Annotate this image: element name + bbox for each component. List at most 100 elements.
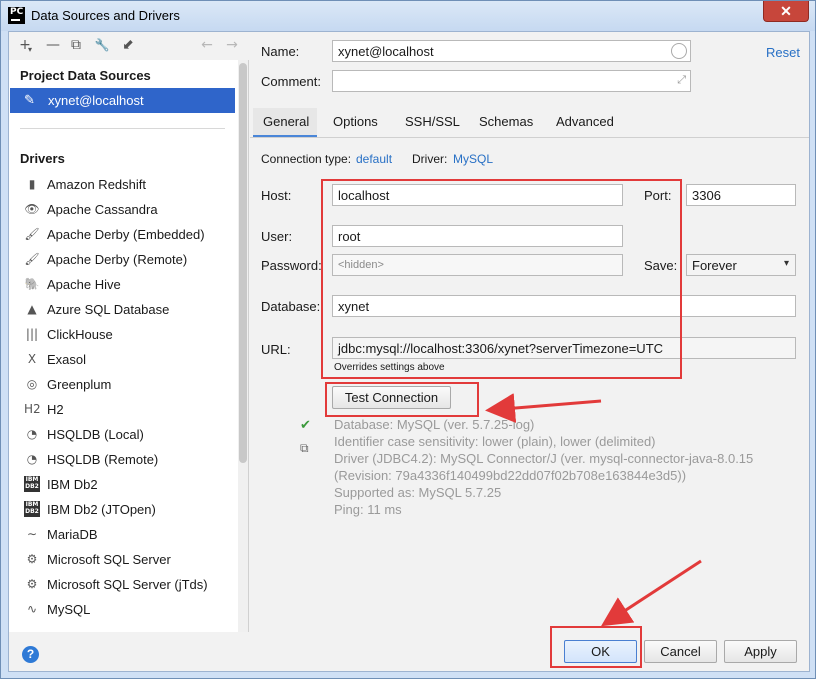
driver-label: ClickHouse xyxy=(47,327,113,342)
app-icon: PC xyxy=(8,7,25,24)
driver-item[interactable]: IBM DB2 IBM Db2 xyxy=(9,472,237,497)
driver-item[interactable]: IBM DB2 IBM Db2 (JTOpen) xyxy=(9,497,237,522)
driver-label: Microsoft SQL Server (jTds) xyxy=(47,577,208,592)
driver-item[interactable]: ⚙ Microsoft SQL Server xyxy=(9,547,237,572)
driver-icon: 👁 xyxy=(24,202,40,216)
driver-item[interactable]: ▮ Amazon Redshift xyxy=(9,172,237,197)
driver-item[interactable]: ⚙ Microsoft SQL Server (jTds) xyxy=(9,572,237,597)
tab-ssh-ssl[interactable]: SSH/SSL xyxy=(405,108,460,138)
driver-item[interactable]: ∿ MySQL xyxy=(9,597,237,622)
reset-link[interactable]: Reset xyxy=(766,45,800,60)
chevron-down-icon: ▾ xyxy=(783,258,789,269)
connection-type-label: Connection type: xyxy=(261,152,352,166)
comment-field[interactable]: ⤢ xyxy=(332,70,691,92)
success-check-icon: ✔ xyxy=(300,418,311,433)
driver-icon: H2 xyxy=(24,402,41,416)
driver-icon: 🖌 xyxy=(24,252,40,266)
left-scrollbar[interactable] xyxy=(238,60,248,632)
driver-label: Azure SQL Database xyxy=(47,302,170,317)
right-panel: Name: xynet@localhost Reset Comment: ⤢ G… xyxy=(250,32,809,632)
comment-label: Comment: xyxy=(261,74,321,89)
driver-icon: ∿ xyxy=(26,602,38,616)
add-dropdown-icon[interactable]: ▾ xyxy=(26,42,34,58)
driver-item[interactable]: ▲ Azure SQL Database xyxy=(9,297,237,322)
database-label: Database: xyxy=(261,299,321,314)
driver-icon: ◔ xyxy=(26,427,38,441)
driver-icon: ⚙ xyxy=(26,577,38,591)
tab-general[interactable]: General xyxy=(253,108,317,138)
save-select[interactable]: Forever ▾ xyxy=(686,254,796,276)
driver-label: IBM Db2 xyxy=(47,477,98,492)
color-picker-icon[interactable] xyxy=(671,43,687,59)
driver-item[interactable]: ◔ HSQLDB (Local) xyxy=(9,422,237,447)
tab-advanced[interactable]: Advanced xyxy=(556,108,614,138)
name-field[interactable]: xynet@localhost xyxy=(332,40,691,62)
title-bar: PC Data Sources and Drivers ✕ xyxy=(1,1,815,31)
driver-label: Apache Derby (Remote) xyxy=(47,252,188,267)
tab-options[interactable]: Options xyxy=(333,108,378,138)
driver-icon: ⚙ xyxy=(26,552,38,566)
port-input[interactable]: 3306 xyxy=(686,184,796,206)
dialog-client: + ▾ — ⧉ 🔧 ⬋ ← → Project Data Sources ✎ x… xyxy=(8,31,810,672)
annotation-box-test xyxy=(325,382,479,417)
driver-icon: IBM DB2 xyxy=(24,501,40,517)
copy-icon[interactable]: ⧉ xyxy=(300,441,309,456)
info-line: Supported as: MySQL 5.7.25 xyxy=(334,485,502,500)
annotation-box-ok xyxy=(550,626,642,668)
driver-item[interactable]: X Exasol xyxy=(9,347,237,372)
driver-label: H2 xyxy=(47,402,64,417)
driver-icon: ||| xyxy=(25,327,39,341)
driver-item[interactable]: ◔ HSQLDB (Remote) xyxy=(9,447,237,472)
back-icon[interactable]: ← xyxy=(199,37,215,53)
datasource-item[interactable]: ✎ xynet@localhost xyxy=(10,88,235,113)
expand-icon[interactable]: ⤢ xyxy=(677,74,686,87)
driver-label: Microsoft SQL Server xyxy=(47,552,171,567)
driver-item[interactable]: ∼ MariaDB xyxy=(9,522,237,547)
driver-item[interactable]: ||| ClickHouse xyxy=(9,322,237,347)
cancel-button[interactable]: Cancel xyxy=(644,640,717,663)
driver-link[interactable]: MySQL xyxy=(453,152,493,166)
driver-label: Exasol xyxy=(47,352,87,367)
help-icon[interactable]: ? xyxy=(22,646,39,663)
driver-label: IBM Db2 (JTOpen) xyxy=(47,502,156,517)
left-panel: + ▾ — ⧉ 🔧 ⬋ ← → Project Data Sources ✎ x… xyxy=(9,32,249,632)
drivers-title: Drivers xyxy=(20,151,65,166)
import-icon[interactable]: ⬋ xyxy=(120,37,136,53)
info-line: Driver (JDBC4.2): MySQL Connector/J (ver… xyxy=(334,451,754,466)
driver-item[interactable]: H2 H2 xyxy=(9,397,237,422)
driver-label: MySQL xyxy=(47,602,91,617)
annotation-box-fields xyxy=(321,179,682,379)
app-icon-label: PC xyxy=(10,7,24,17)
driver-icon: ∼ xyxy=(26,527,38,541)
host-label: Host: xyxy=(261,188,292,203)
mysql-icon: ✎ xyxy=(24,92,35,107)
wrench-icon[interactable]: 🔧 xyxy=(94,37,110,53)
driver-icon: 🖌 xyxy=(24,227,40,241)
close-button[interactable]: ✕ xyxy=(763,1,809,22)
tab-schemas[interactable]: Schemas xyxy=(479,108,533,138)
window-title: Data Sources and Drivers xyxy=(31,8,180,23)
driver-label: Apache Cassandra xyxy=(47,202,158,217)
driver-item[interactable]: 🖌 Apache Derby (Remote) xyxy=(9,247,237,272)
name-value: xynet@localhost xyxy=(338,44,434,59)
driver-item[interactable]: ◎ Greenplum xyxy=(9,372,237,397)
driver-item[interactable]: 👁 Apache Cassandra xyxy=(9,197,237,222)
scroll-thumb[interactable] xyxy=(239,63,247,463)
connection-type-link[interactable]: default xyxy=(356,152,392,166)
driver-item[interactable]: 🐘 Apache Hive xyxy=(9,272,237,297)
duplicate-icon[interactable]: ⧉ xyxy=(68,37,84,53)
driver-icon: 🐘 xyxy=(24,277,40,291)
driver-label: Driver: xyxy=(412,152,448,166)
apply-button[interactable]: Apply xyxy=(724,640,797,663)
drivers-list: ▮ Amazon Redshift 👁 Apache Cassandra 🖌 Apache… xyxy=(9,172,237,622)
driver-item[interactable]: 🖌 Apache Derby (Embedded) xyxy=(9,222,237,247)
project-data-sources-title: Project Data Sources xyxy=(20,68,151,83)
url-label: URL: xyxy=(261,342,291,357)
dialog-footer: ? OK Cancel Apply xyxy=(9,626,809,671)
remove-icon[interactable]: — xyxy=(45,37,61,53)
password-label: Password: xyxy=(261,258,322,273)
driver-icon: ▮ xyxy=(28,177,36,191)
driver-label: MariaDB xyxy=(47,527,98,542)
driver-icon: ◎ xyxy=(26,377,38,391)
forward-icon[interactable]: → xyxy=(224,37,240,53)
